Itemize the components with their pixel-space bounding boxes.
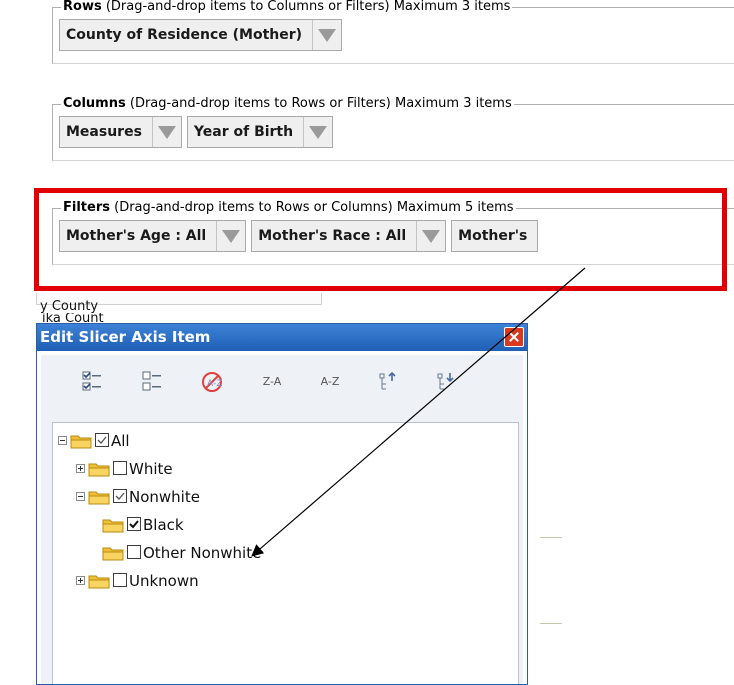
dialog-toolbar: A-Z Z-A A-Z	[49, 365, 515, 403]
no-sort-icon[interactable]: A-Z	[195, 365, 229, 399]
uncheck-all-icon[interactable]	[135, 365, 169, 399]
filters-header: Filters (Drag-and-drop items to Rows or …	[61, 200, 516, 216]
chip-label: County of Residence (Mother)	[66, 27, 303, 43]
dropdown-arrow-icon[interactable]	[416, 221, 445, 251]
dropdown-arrow-icon[interactable]	[303, 117, 332, 147]
dropdown-arrow-icon[interactable]	[216, 221, 245, 251]
chip-label: Year of Birth	[193, 124, 294, 140]
columns-hint: (Drag-and-drop items to Rows or Filters)…	[125, 96, 512, 111]
tree-node-label: Black	[143, 516, 184, 534]
chip-label: Mother's Race : All	[258, 228, 407, 244]
filters-chip-mothers-other[interactable]: Mother's	[451, 220, 539, 252]
rows-chip-county[interactable]: County of Residence (Mother)	[59, 19, 343, 51]
tree-node-label: All	[111, 432, 130, 450]
chip-label: Mother's Age : All	[66, 228, 207, 244]
folder-icon	[88, 491, 110, 505]
rows-hint: (Drag-and-drop items to Columns or Filte…	[101, 0, 511, 14]
folder-icon	[88, 575, 110, 589]
dropdown-arrow-icon[interactable]	[312, 20, 341, 50]
tree-node-label: Unknown	[129, 572, 199, 590]
rows-drop-zone[interactable]: Rows (Drag-and-drop items to Columns or …	[52, 0, 734, 64]
background-row-label: ika Count	[42, 313, 104, 323]
tree-view[interactable]: All White Nonwhite Black Other Nonwhite …	[52, 422, 519, 684]
dialog-title: Edit Slicer Axis Item	[40, 328, 211, 346]
checkbox-unchecked[interactable]	[127, 545, 141, 559]
tree-node-label: Other Nonwhite	[143, 544, 262, 562]
columns-header: Columns (Drag-and-drop items to Rows or …	[61, 96, 514, 112]
dropdown-arrow-icon[interactable]	[151, 117, 181, 147]
dialog-body: A-Z Z-A A-Z All White Nonwhite Black Oth…	[41, 355, 523, 684]
checkbox-checked[interactable]	[127, 517, 141, 531]
expand-icon[interactable]	[76, 576, 85, 585]
checkbox-unchecked[interactable]	[113, 573, 127, 587]
edit-slicer-dialog: Edit Slicer Axis Item A-Z Z-A A-Z All Wh…	[36, 323, 528, 685]
check-all-icon[interactable]	[75, 365, 109, 399]
filters-chip-mothers-age[interactable]: Mother's Age : All	[59, 220, 247, 252]
folder-icon	[102, 547, 124, 561]
filters-drop-zone[interactable]: Filters (Drag-and-drop items to Rows or …	[52, 200, 734, 265]
close-icon[interactable]	[504, 327, 524, 347]
background-row-label: y County	[40, 299, 99, 314]
background-gridline	[540, 537, 562, 538]
sort-za-label: Z-A	[262, 375, 282, 388]
rows-title: Rows	[63, 0, 102, 14]
columns-drop-zone[interactable]: Columns (Drag-and-drop items to Rows or …	[52, 96, 734, 161]
filters-chip-mothers-race[interactable]: Mother's Race : All	[251, 220, 447, 252]
tree-node-label: Nonwhite	[129, 488, 200, 506]
checkbox-partial[interactable]	[113, 489, 127, 503]
move-down-icon[interactable]	[429, 365, 463, 399]
background-gridline	[540, 623, 562, 624]
move-up-icon[interactable]	[371, 365, 405, 399]
collapse-icon[interactable]	[76, 492, 85, 501]
dialog-titlebar[interactable]: Edit Slicer Axis Item	[37, 324, 527, 351]
chip-label: Measures	[66, 124, 142, 140]
filters-hint: (Drag-and-drop items to Rows or Columns)…	[109, 200, 514, 215]
checkbox-unchecked[interactable]	[113, 461, 127, 475]
checkbox-partial[interactable]	[95, 433, 109, 447]
svg-text:A-Z: A-Z	[207, 379, 222, 389]
folder-icon	[88, 463, 110, 477]
chip-label: Mother's	[458, 228, 528, 244]
columns-chip-year-of-birth[interactable]: Year of Birth	[186, 116, 334, 148]
columns-title: Columns	[63, 96, 126, 111]
rows-header: Rows (Drag-and-drop items to Columns or …	[61, 0, 513, 15]
filters-title: Filters	[63, 200, 110, 215]
collapse-icon[interactable]	[58, 436, 67, 445]
tree-node-label: White	[129, 460, 173, 478]
sort-za-button[interactable]: Z-A	[255, 365, 289, 399]
sort-az-label: A-Z	[320, 375, 340, 388]
folder-icon	[102, 519, 124, 533]
folder-icon	[70, 435, 92, 449]
sort-az-button[interactable]: A-Z	[313, 365, 347, 399]
columns-chip-measures[interactable]: Measures	[59, 116, 182, 148]
expand-icon[interactable]	[76, 464, 85, 473]
